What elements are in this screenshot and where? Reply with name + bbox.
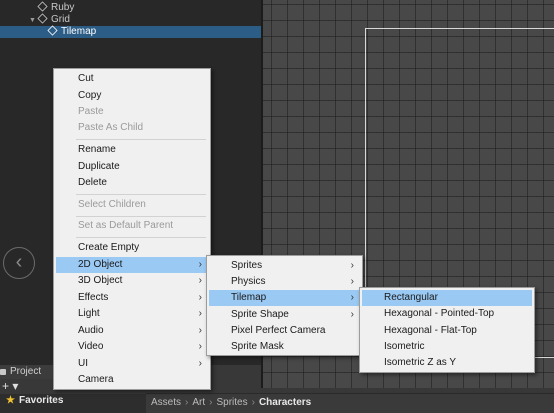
tree-item-label: Tilemap xyxy=(61,26,97,37)
tree-item-ruby[interactable]: Ruby xyxy=(0,1,261,14)
menu-item-ui[interactable]: UI › xyxy=(56,356,208,372)
chevron-right-icon: › xyxy=(198,358,202,369)
breadcrumb-item[interactable]: Art xyxy=(192,397,205,408)
breadcrumb-item-current[interactable]: Characters xyxy=(259,397,311,408)
chevron-left-icon[interactable]: ‹ xyxy=(3,247,35,279)
gameobject-cube-icon xyxy=(47,25,58,36)
tree-item-label: Grid xyxy=(51,14,70,25)
menu-item-physics[interactable]: Physics › xyxy=(209,274,360,290)
menu-item-label: Physics xyxy=(231,276,266,287)
menu-item-label: Sprite Shape xyxy=(231,309,289,320)
menu-item-label: Effects xyxy=(78,292,109,303)
chevron-right-icon: › xyxy=(251,397,255,408)
menu-item-tilemap[interactable]: Tilemap › xyxy=(209,290,360,306)
chevron-right-icon: › xyxy=(198,308,202,319)
menu-item-paste-as-child: Paste As Child xyxy=(78,122,144,133)
menu-item-hexagonal-pointed-top[interactable]: Hexagonal - Pointed-Top xyxy=(362,306,532,322)
menu-item-set-default-parent: Set as Default Parent xyxy=(78,220,174,231)
chevron-right-icon: › xyxy=(185,397,189,408)
menu-item-sprites[interactable]: Sprites › xyxy=(209,258,360,274)
chevron-right-icon: › xyxy=(350,260,354,271)
submenu-2d-object: Sprites › Physics › Tilemap › Sprite Shape ›… xyxy=(206,255,363,356)
menu-item-label: Audio xyxy=(78,325,104,336)
menu-item-video[interactable]: Video › xyxy=(56,339,208,355)
breadcrumb-item[interactable]: Sprites xyxy=(216,397,247,408)
gameobject-cube-icon xyxy=(37,1,48,12)
menu-item-copy[interactable]: Copy xyxy=(56,88,208,104)
menu-item-rename[interactable]: Rename xyxy=(56,142,208,158)
menu-item-isometric-z-as-y[interactable]: Isometric Z as Y xyxy=(362,355,532,371)
favorites-item[interactable]: ★ Favorites xyxy=(0,394,146,413)
star-icon: ★ xyxy=(6,395,15,406)
menu-item-label: 3D Object xyxy=(78,275,123,286)
chevron-right-icon: › xyxy=(198,259,202,270)
menu-item-sprite-shape[interactable]: Sprite Shape › xyxy=(209,307,360,323)
menu-item-pixel-perfect-camera[interactable]: Pixel Perfect Camera xyxy=(209,323,360,339)
menu-item-2d-object[interactable]: 2D Object › xyxy=(56,257,208,273)
menu-item-label: 2D Object xyxy=(78,259,123,270)
breadcrumb-item[interactable]: Assets xyxy=(151,397,181,408)
chevron-right-icon: › xyxy=(198,275,202,286)
menu-separator xyxy=(76,139,206,140)
menu-item-rectangular[interactable]: Rectangular xyxy=(362,290,532,306)
menu-item-label: Tilemap xyxy=(231,292,267,303)
chevron-right-icon: › xyxy=(198,325,202,336)
menu-item-effects[interactable]: Effects › xyxy=(56,290,208,306)
menu-separator xyxy=(76,237,206,238)
menu-item-sprite-mask[interactable]: Sprite Mask xyxy=(209,339,360,355)
context-menu: Cut Copy Paste Paste As Child Rename Dup… xyxy=(53,68,211,390)
menu-item-camera[interactable]: Camera xyxy=(56,372,208,388)
submenu-tilemap: Rectangular Hexagonal - Pointed-Top Hexa… xyxy=(359,287,535,373)
gameobject-cube-icon xyxy=(37,13,48,24)
tree-item-grid[interactable]: ▼ Grid xyxy=(0,13,261,26)
menu-item-light[interactable]: Light › xyxy=(56,306,208,322)
chevron-right-icon: › xyxy=(198,292,202,303)
chevron-right-icon: › xyxy=(350,276,354,287)
chevron-right-icon: › xyxy=(350,309,354,320)
tree-item-label: Ruby xyxy=(51,2,75,13)
chevron-right-icon: › xyxy=(209,397,213,408)
menu-item-delete[interactable]: Delete xyxy=(56,175,208,191)
menu-item-3d-object[interactable]: 3D Object › xyxy=(56,273,208,289)
menu-item-label: Light xyxy=(78,308,100,319)
project-tab-icon xyxy=(0,369,6,375)
add-dropdown-button[interactable]: + ▾ xyxy=(0,380,20,392)
menu-item-isometric[interactable]: Isometric xyxy=(362,339,532,355)
menu-item-select-children: Select Children xyxy=(78,199,146,210)
menu-item-label: Sprites xyxy=(231,260,263,271)
breadcrumb: Assets › Art › Sprites › Characters xyxy=(146,393,554,413)
menu-separator xyxy=(76,194,206,195)
menu-item-create-empty[interactable]: Create Empty xyxy=(56,240,208,256)
menu-item-audio[interactable]: Audio › xyxy=(56,323,208,339)
menu-item-paste: Paste xyxy=(78,106,104,117)
chevron-right-icon: › xyxy=(198,341,202,352)
tab-project-label: Project xyxy=(10,366,42,377)
menu-item-cut[interactable]: Cut xyxy=(56,71,208,87)
menu-item-label: Video xyxy=(78,341,104,352)
chevron-right-icon: › xyxy=(350,292,354,303)
menu-item-duplicate[interactable]: Duplicate xyxy=(56,159,208,175)
favorites-label: Favorites xyxy=(18,395,64,406)
tree-item-tilemap[interactable]: Tilemap xyxy=(0,25,261,38)
menu-item-label: UI xyxy=(78,358,88,369)
menu-item-hexagonal-flat-top[interactable]: Hexagonal - Flat-Top xyxy=(362,323,532,339)
menu-separator xyxy=(76,216,206,217)
